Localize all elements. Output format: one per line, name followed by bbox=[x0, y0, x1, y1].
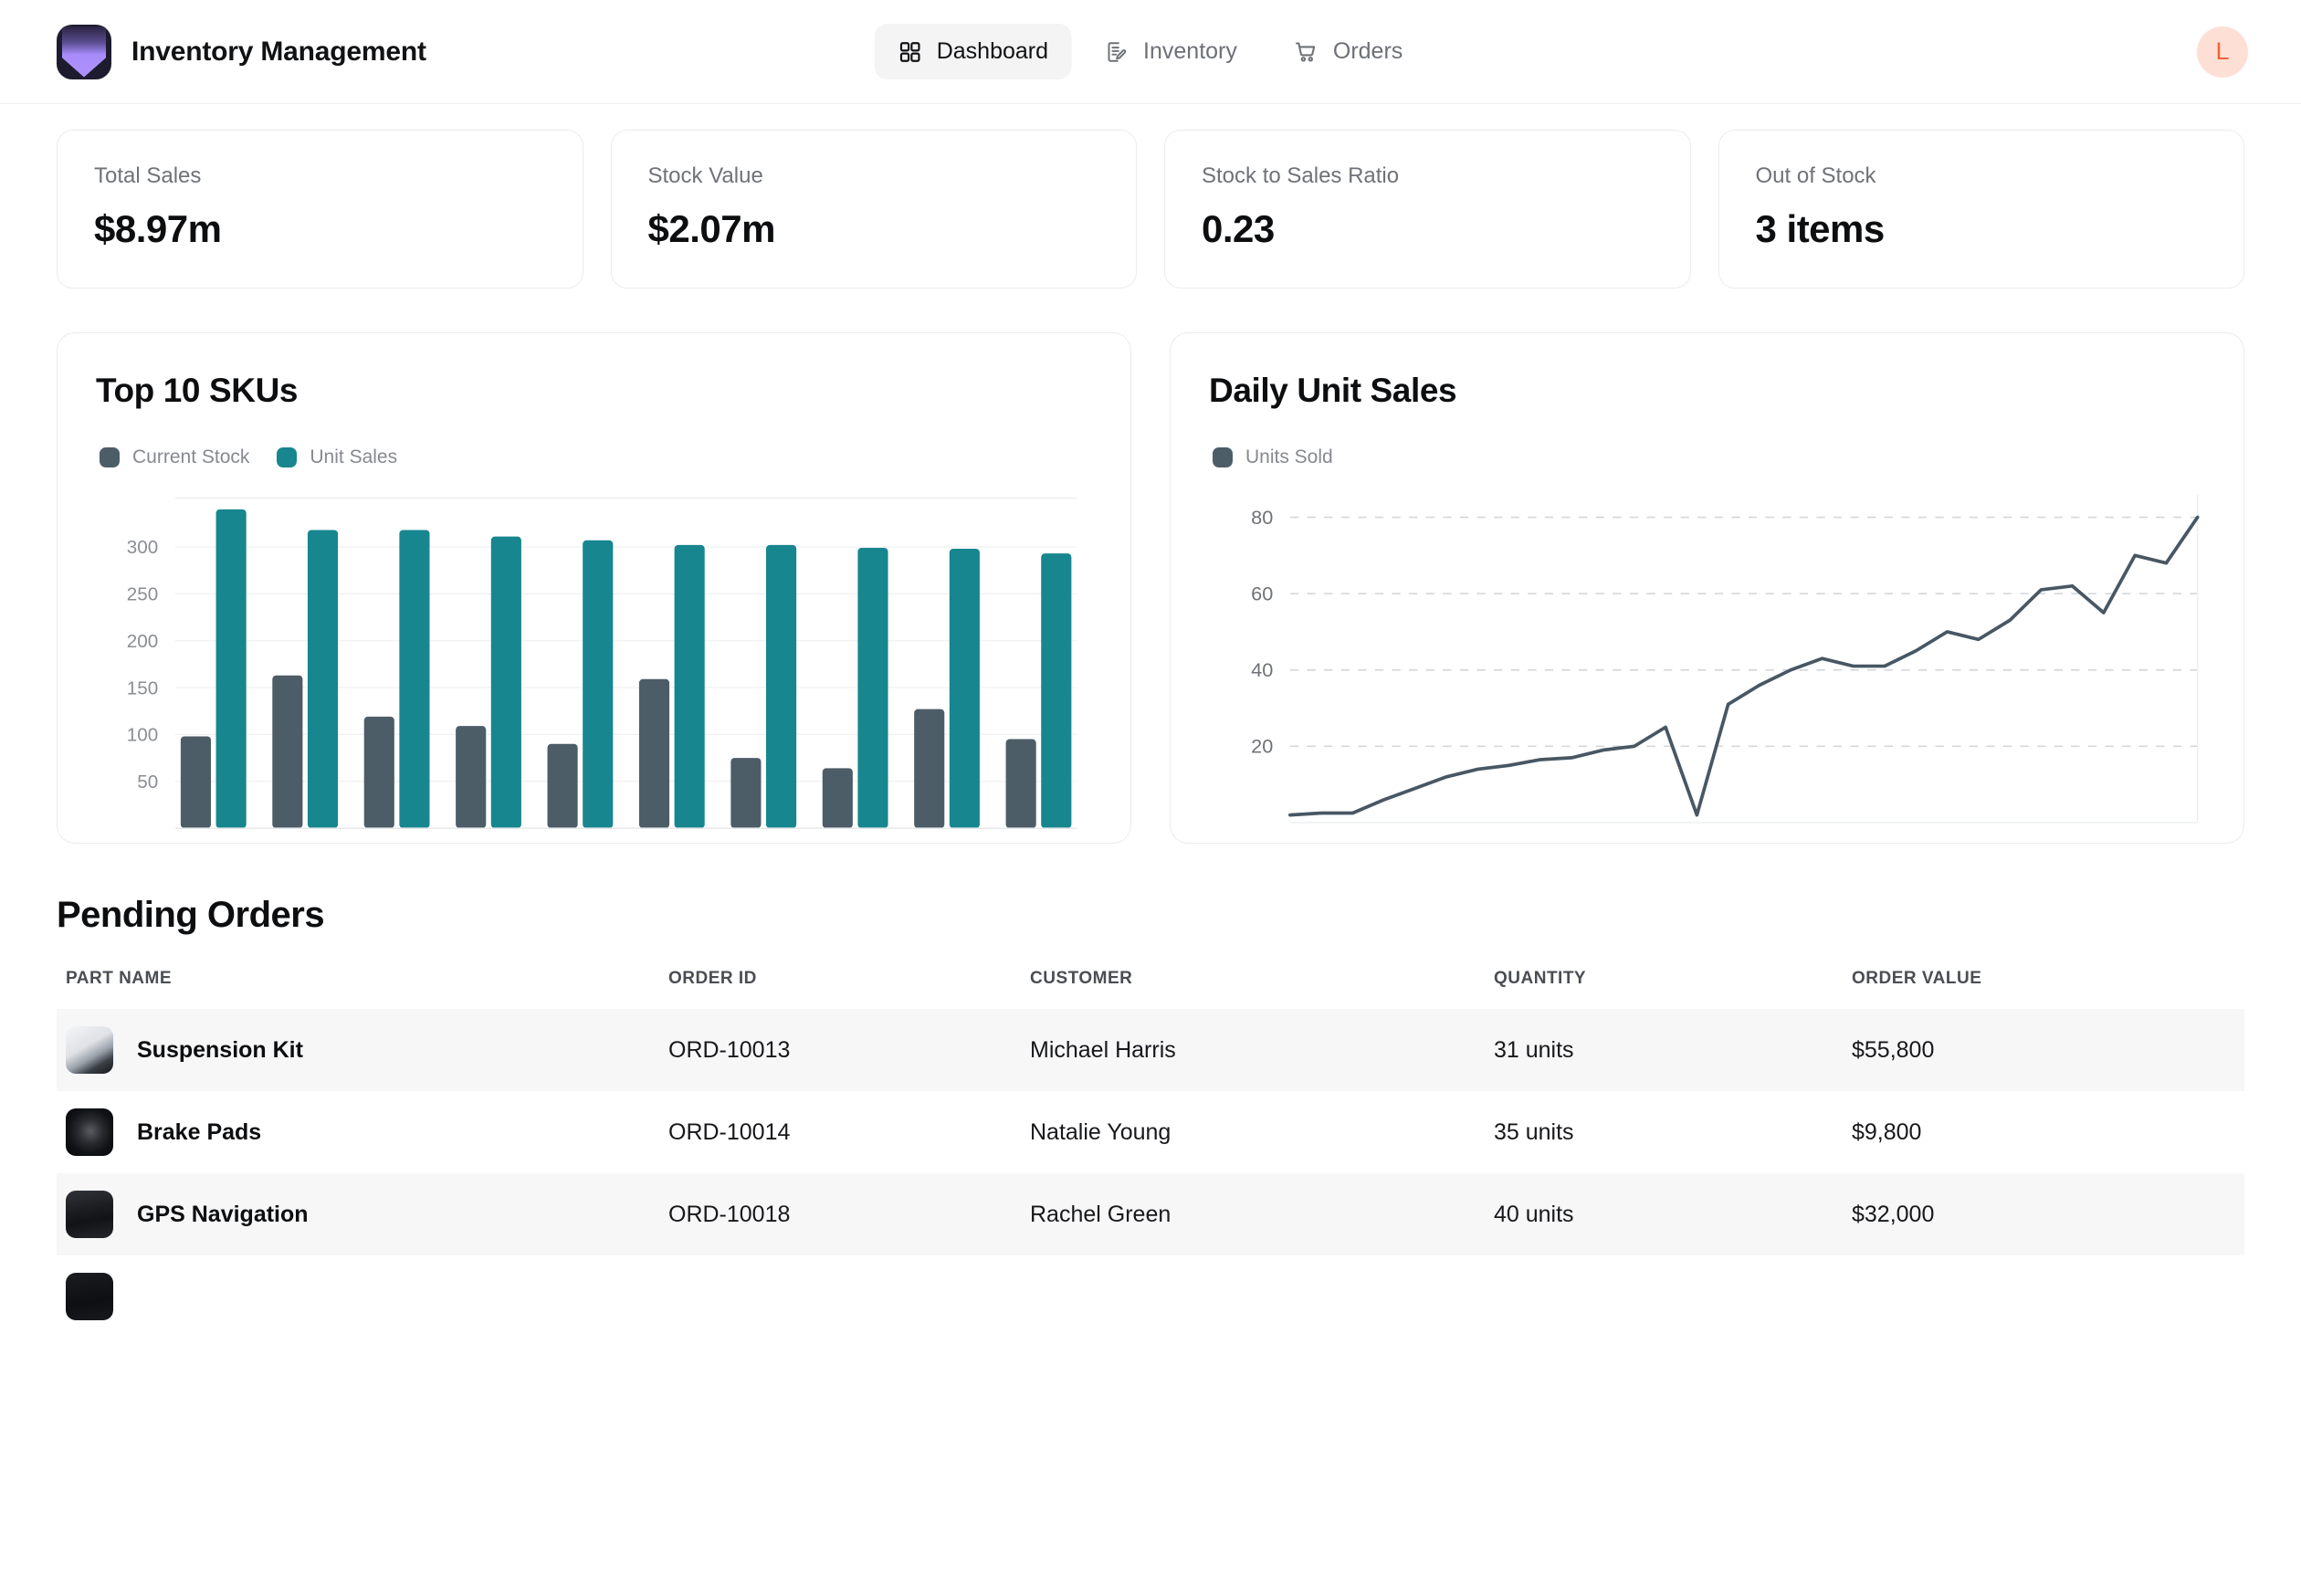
svg-text:20: 20 bbox=[1251, 735, 1273, 758]
cell-quantity: 40 units bbox=[1494, 1201, 1574, 1227]
svg-text:80: 80 bbox=[1251, 506, 1273, 529]
brand: Inventory Management bbox=[57, 24, 426, 79]
cell-order-value: $9,800 bbox=[1852, 1118, 1922, 1145]
part-name-label: Suspension Kit bbox=[137, 1036, 303, 1063]
chevron-logo-icon bbox=[57, 24, 111, 79]
cell-order-id: ORD-10013 bbox=[668, 1036, 791, 1063]
part-thumbnail bbox=[66, 1273, 113, 1320]
legend-label: Current Stock bbox=[132, 446, 250, 467]
svg-text:200: 200 bbox=[127, 631, 158, 652]
cell-quantity: 35 units bbox=[1494, 1118, 1574, 1145]
main-nav: Dashboard Inventory Orders bbox=[874, 24, 1427, 79]
app-title: Inventory Management bbox=[131, 36, 426, 67]
kpi-card-row: Total Sales $8.97m Stock Value $2.07m St… bbox=[0, 104, 2301, 289]
kpi-card-out-of-stock: Out of Stock 3 items bbox=[1718, 130, 2244, 289]
kpi-value: 3 items bbox=[1755, 207, 1886, 250]
legend-item-units-sold[interactable]: Units Sold bbox=[1213, 446, 1333, 468]
legend-top-skus: Current Stock Unit Sales bbox=[100, 446, 1094, 468]
column-header-quantity[interactable]: QUANTITY bbox=[1494, 969, 1852, 1009]
table-header-row: PART NAME ORDER ID CUSTOMER QUANTITY ORD… bbox=[57, 969, 2244, 1009]
table-row[interactable]: Suspension Kit ORD-10013 Michael Harris … bbox=[57, 1009, 2244, 1091]
cell-part-name: GPS Navigation bbox=[57, 1173, 668, 1255]
svg-text:150: 150 bbox=[127, 677, 158, 698]
cell-order-value: $55,800 bbox=[1852, 1036, 1935, 1063]
part-name-label: GPS Navigation bbox=[137, 1201, 309, 1227]
nav-item-dashboard[interactable]: Dashboard bbox=[874, 24, 1073, 79]
avatar[interactable]: L bbox=[2197, 26, 2248, 78]
legend-label: Units Sold bbox=[1245, 446, 1333, 467]
pending-orders-table: PART NAME ORDER ID CUSTOMER QUANTITY ORD… bbox=[57, 969, 2244, 1338]
kpi-label: Total Sales bbox=[94, 163, 202, 188]
kpi-value: $2.07m bbox=[647, 207, 776, 250]
nav-label-orders: Orders bbox=[1332, 38, 1403, 64]
bar-chart-svg: 50 100 150 200 250 300 bbox=[127, 497, 1077, 829]
cell-customer: Natalie Young bbox=[1030, 1118, 1172, 1145]
cell-part-name: Brake Pads bbox=[57, 1091, 668, 1173]
top-navigation-bar: Inventory Management Dashboard Inventory bbox=[0, 0, 2301, 104]
cell-quantity: 31 units bbox=[1494, 1036, 1574, 1063]
kpi-label: Stock Value bbox=[647, 163, 763, 188]
legend-swatch bbox=[100, 447, 120, 467]
cell-part-name bbox=[57, 1255, 668, 1338]
table-row[interactable]: GPS Navigation ORD-10018 Rachel Green 40… bbox=[57, 1173, 2244, 1255]
part-thumbnail bbox=[66, 1108, 113, 1156]
legend-swatch bbox=[277, 447, 298, 467]
kpi-value: 0.23 bbox=[1202, 207, 1275, 250]
column-header-customer[interactable]: CUSTOMER bbox=[1030, 969, 1494, 1009]
column-header-order-value[interactable]: ORDER VALUE bbox=[1852, 969, 2244, 1009]
legend-swatch bbox=[1213, 447, 1233, 467]
avatar-initial: L bbox=[2215, 37, 2230, 65]
svg-text:250: 250 bbox=[127, 584, 158, 605]
table-header: PART NAME ORDER ID CUSTOMER QUANTITY ORD… bbox=[57, 969, 2244, 1009]
legend-item-unit-sales[interactable]: Unit Sales bbox=[277, 446, 397, 468]
cell-customer: Michael Harris bbox=[1030, 1036, 1176, 1063]
cell-order-value: $32,000 bbox=[1852, 1201, 1935, 1227]
nav-item-orders[interactable]: Orders bbox=[1270, 24, 1426, 79]
svg-text:50: 50 bbox=[137, 772, 158, 793]
svg-text:40: 40 bbox=[1251, 658, 1273, 681]
cell-part-name: Suspension Kit bbox=[57, 1009, 668, 1091]
nav-label-inventory: Inventory bbox=[1143, 38, 1237, 64]
line-chart-svg: 20 40 60 80 bbox=[1251, 494, 2200, 824]
cell-customer: Rachel Green bbox=[1030, 1201, 1172, 1227]
kpi-label: Out of Stock bbox=[1755, 163, 1876, 188]
grid-icon bbox=[898, 40, 922, 64]
kpi-card-stock-to-sales-ratio: Stock to Sales Ratio 0.23 bbox=[1164, 130, 1691, 289]
legend-daily-unit-sales: Units Sold bbox=[1213, 446, 2207, 468]
nav-label-dashboard: Dashboard bbox=[936, 38, 1049, 64]
svg-text:100: 100 bbox=[127, 725, 158, 746]
svg-text:300: 300 bbox=[127, 537, 158, 558]
bar-chart-plot-area: 50 100 150 200 250 300 bbox=[94, 481, 1094, 858]
table-row[interactable]: Brake Pads ORD-10014 Natalie Young 35 un… bbox=[57, 1091, 2244, 1173]
kpi-label: Stock to Sales Ratio bbox=[1202, 163, 1400, 188]
table-row[interactable] bbox=[57, 1255, 2244, 1338]
kpi-value: $8.97m bbox=[94, 207, 222, 250]
cell-order-id: ORD-10014 bbox=[668, 1118, 791, 1145]
nav-item-inventory[interactable]: Inventory bbox=[1081, 24, 1261, 79]
document-edit-icon bbox=[1105, 40, 1129, 64]
kpi-card-stock-value: Stock Value $2.07m bbox=[610, 130, 1137, 289]
table-body: Suspension Kit ORD-10013 Michael Harris … bbox=[57, 1009, 2244, 1338]
part-thumbnail bbox=[66, 1026, 113, 1074]
chart-title-daily-unit-sales: Daily Unit Sales bbox=[1209, 372, 1457, 409]
shopping-cart-icon bbox=[1294, 39, 1319, 64]
line-chart-plot-area: 20 40 60 80 bbox=[1207, 481, 2207, 858]
svg-text:60: 60 bbox=[1251, 582, 1273, 604]
part-name-label: Brake Pads bbox=[137, 1118, 262, 1145]
daily-unit-sales-card: Daily Unit Sales Units Sold 20 40 60 80 bbox=[1170, 332, 2244, 844]
top-10-skus-card: Top 10 SKUs Current Stock Unit Sales 50 1… bbox=[57, 332, 1131, 844]
chart-title-top-skus: Top 10 SKUs bbox=[96, 372, 299, 409]
column-header-part-name[interactable]: PART NAME bbox=[57, 969, 668, 1009]
column-header-order-id[interactable]: ORDER ID bbox=[668, 969, 1030, 1009]
kpi-card-total-sales: Total Sales $8.97m bbox=[57, 130, 583, 289]
part-thumbnail bbox=[66, 1191, 113, 1238]
charts-row: Top 10 SKUs Current Stock Unit Sales 50 1… bbox=[0, 289, 2301, 844]
legend-label: Unit Sales bbox=[310, 446, 398, 467]
cell-order-id: ORD-10018 bbox=[668, 1201, 791, 1227]
legend-item-current-stock[interactable]: Current Stock bbox=[100, 446, 249, 468]
